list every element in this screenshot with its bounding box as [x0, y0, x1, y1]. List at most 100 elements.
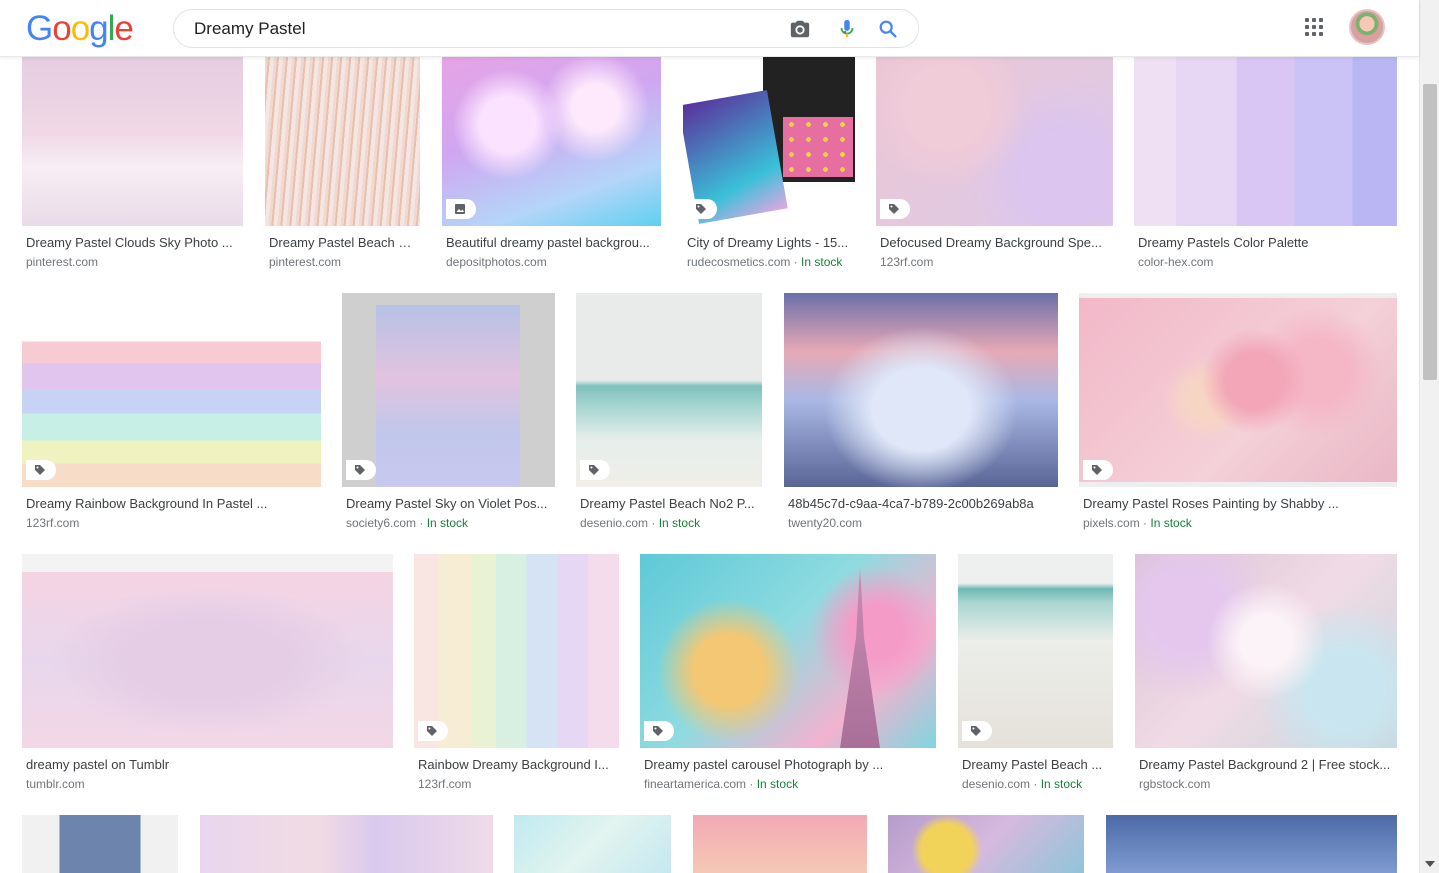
logo-letter: G: [26, 9, 53, 48]
result-source: rgbstock.com: [1139, 777, 1211, 791]
image-result[interactable]: Dreamy Pastel Beach G... pinterest.com: [265, 57, 420, 272]
shopping-tag-badge: [418, 721, 448, 741]
result-title[interactable]: Dreamy pastel carousel Photograph by ...: [644, 757, 934, 772]
result-thumbnail[interactable]: [22, 57, 243, 226]
result-source: rudecosmetics.com · In stock: [687, 255, 843, 269]
image-type-badge: [446, 199, 476, 219]
image-result[interactable]: Defocused Dreamy Background Spe... 123rf…: [876, 57, 1113, 272]
image-result[interactable]: dreamy pastel on Tumblr tumblr.com: [22, 554, 393, 794]
shopping-tag-badge: [687, 199, 717, 219]
result-title[interactable]: Dreamy Pastel Beach G...: [269, 235, 419, 250]
result-thumbnail[interactable]: [22, 293, 321, 487]
search-icon[interactable]: [877, 18, 899, 40]
image-result[interactable]: Dreamy pastel carousel Photograph by ...…: [640, 554, 936, 794]
result-thumbnail[interactable]: [693, 815, 867, 873]
result-thumbnail[interactable]: [876, 57, 1113, 226]
image-result[interactable]: City of Dreamy Lights - 15... rudecosmet…: [683, 57, 855, 272]
image-result[interactable]: Dreamy Pastels Color Palette color-hex.c…: [1134, 57, 1397, 272]
result-thumbnail[interactable]: [1106, 815, 1397, 873]
image-result[interactable]: [1106, 815, 1397, 873]
image-result[interactable]: Rainbow Dreamy Background I... 123rf.com: [414, 554, 619, 794]
result-title[interactable]: Dreamy Pastel Beach ...: [962, 757, 1112, 772]
result-thumbnail[interactable]: [640, 554, 936, 748]
result-source: tumblr.com: [26, 777, 85, 791]
tag-icon: [35, 465, 45, 475]
image-result[interactable]: Dreamy Pastel Beach ... desenio.com · In…: [958, 554, 1113, 794]
result-source: 123rf.com: [880, 255, 934, 269]
result-title[interactable]: Dreamy Pastel Clouds Sky Photo ...: [26, 235, 241, 250]
result-thumbnail[interactable]: [414, 554, 619, 748]
top-bar: Google: [0, 0, 1419, 57]
image-result[interactable]: Dreamy Pastel Roses Painting by Shabby .…: [1079, 293, 1397, 533]
result-thumbnail[interactable]: [784, 293, 1058, 487]
result-source: depositphotos.com: [446, 255, 547, 269]
search-input[interactable]: [194, 18, 754, 40]
result-thumbnail[interactable]: [265, 57, 420, 226]
result-thumbnail[interactable]: [1134, 57, 1397, 226]
google-logo[interactable]: Google: [26, 9, 134, 49]
result-source: desenio.com · In stock: [580, 516, 701, 530]
result-title[interactable]: Dreamy Pastels Color Palette: [1138, 235, 1396, 250]
result-thumbnail[interactable]: [342, 293, 555, 487]
result-source: desenio.com · In stock: [962, 777, 1083, 791]
result-title[interactable]: Dreamy Pastel Beach No2 P...: [580, 496, 760, 511]
in-stock-label: In stock: [1040, 777, 1083, 791]
result-thumbnail[interactable]: [888, 815, 1084, 873]
result-title[interactable]: Dreamy Rainbow Background In Pastel ...: [26, 496, 318, 511]
result-source: 123rf.com: [26, 516, 80, 530]
image-result[interactable]: [693, 815, 867, 873]
image-result[interactable]: Beautiful dreamy pastel backgrou... depo…: [442, 57, 661, 272]
result-thumbnail[interactable]: [22, 815, 178, 873]
result-title[interactable]: Defocused Dreamy Background Spe...: [880, 235, 1110, 250]
result-title[interactable]: Beautiful dreamy pastel backgrou...: [446, 235, 658, 250]
image-result[interactable]: [888, 815, 1084, 873]
shopping-tag-badge: [880, 199, 910, 219]
result-title[interactable]: Dreamy Pastel Sky on Violet Pos...: [346, 496, 552, 511]
result-thumbnail[interactable]: [514, 815, 671, 873]
result-thumbnail[interactable]: [200, 815, 493, 873]
image-result[interactable]: Dreamy Pastel Beach No2 P... desenio.com…: [576, 293, 762, 533]
in-stock-label: In stock: [658, 516, 701, 530]
vertical-scrollbar[interactable]: [1419, 0, 1439, 873]
result-title[interactable]: dreamy pastel on Tumblr: [26, 757, 390, 772]
image-result[interactable]: [514, 815, 671, 873]
result-thumbnail[interactable]: [576, 293, 762, 487]
result-title[interactable]: Dreamy Pastel Roses Painting by Shabby .…: [1083, 496, 1395, 511]
microphone-icon[interactable]: [836, 18, 858, 40]
tag-icon: [427, 726, 437, 736]
logo-letter: e: [114, 9, 133, 48]
shopping-tag-badge: [1083, 460, 1113, 480]
in-stock-label: In stock: [756, 777, 799, 791]
tag-icon: [355, 465, 365, 475]
result-title[interactable]: Dreamy Pastel Background 2 | Free stock.…: [1139, 757, 1395, 772]
shopping-tag-badge: [962, 721, 992, 741]
image-result[interactable]: Dreamy Pastel Background 2 | Free stock.…: [1135, 554, 1397, 794]
tag-icon: [696, 204, 706, 214]
in-stock-label: In stock: [426, 516, 469, 530]
image-result[interactable]: 48b45c7d-c9aa-4ca7-b789-2c00b269ab8a twe…: [784, 293, 1058, 533]
result-title[interactable]: Rainbow Dreamy Background I...: [418, 757, 616, 772]
image-result[interactable]: [200, 815, 493, 873]
camera-icon[interactable]: [789, 18, 811, 40]
account-avatar[interactable]: [1349, 9, 1385, 45]
result-thumbnail[interactable]: [442, 57, 661, 226]
result-thumbnail[interactable]: [22, 554, 393, 748]
image-result[interactable]: [22, 815, 178, 873]
image-result[interactable]: Dreamy Pastel Sky on Violet Pos... socie…: [342, 293, 555, 533]
result-source: pixels.com · In stock: [1083, 516, 1192, 530]
result-thumbnail[interactable]: [1135, 554, 1397, 748]
scroll-down-arrow-icon[interactable]: [1425, 861, 1435, 867]
scrollbar-thumb[interactable]: [1423, 84, 1437, 380]
image-icon: [455, 204, 465, 214]
apps-grid-icon[interactable]: [1305, 18, 1325, 38]
image-result[interactable]: Dreamy Pastel Clouds Sky Photo ... pinte…: [22, 57, 243, 272]
result-source: society6.com · In stock: [346, 516, 469, 530]
result-thumbnail[interactable]: [1079, 293, 1397, 487]
result-thumbnail[interactable]: [958, 554, 1113, 748]
logo-letter: g: [89, 9, 108, 48]
result-title[interactable]: City of Dreamy Lights - 15...: [687, 235, 853, 250]
image-result[interactable]: Dreamy Rainbow Background In Pastel ... …: [22, 293, 321, 533]
logo-letter: o: [70, 9, 90, 48]
result-title[interactable]: 48b45c7d-c9aa-4ca7-b789-2c00b269ab8a: [788, 496, 1058, 511]
result-source: pinterest.com: [26, 255, 99, 269]
